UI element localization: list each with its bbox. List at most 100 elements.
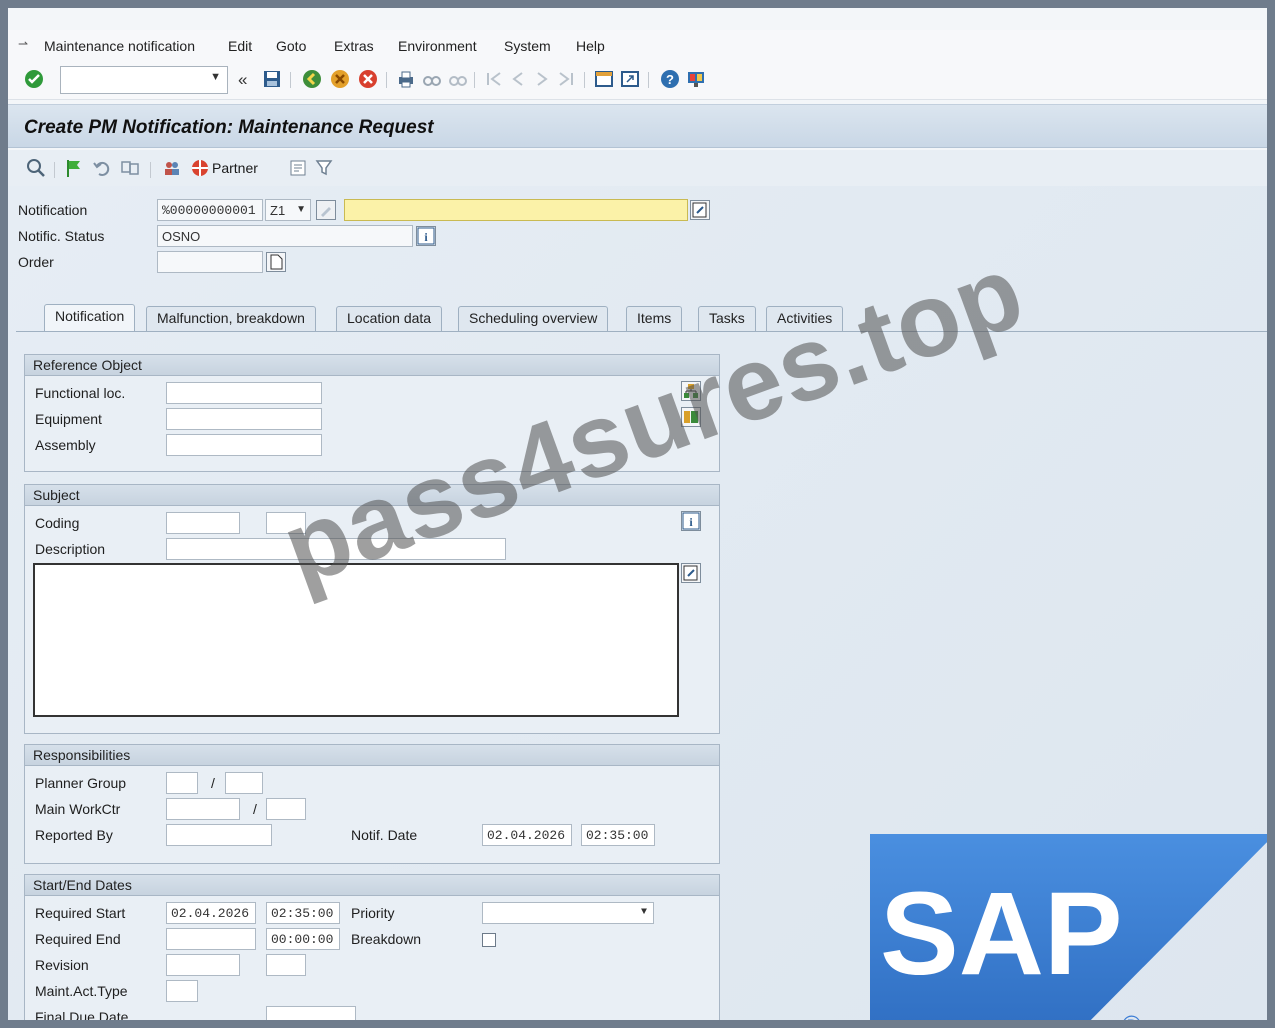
- enter-icon[interactable]: [24, 69, 44, 89]
- required-end-label: Required End: [35, 931, 121, 947]
- find-next-icon[interactable]: [448, 69, 468, 89]
- save-icon[interactable]: [262, 69, 282, 89]
- sap-logo-text: SAP: [880, 868, 1123, 1000]
- breakdown-label: Breakdown: [351, 931, 422, 947]
- planning-plant-field[interactable]: [225, 772, 263, 794]
- long-text-icon[interactable]: [681, 563, 701, 583]
- required-end-time-field[interactable]: 00:00:00: [266, 928, 340, 950]
- document-flow-icon[interactable]: [120, 158, 140, 178]
- tab-scheduling-overview[interactable]: Scheduling overview: [458, 306, 609, 332]
- menu-extras[interactable]: Extras: [334, 38, 374, 54]
- cancel-icon[interactable]: [358, 69, 378, 89]
- info-icon[interactable]: i: [681, 511, 701, 531]
- sap-logo: SAP ®: [870, 834, 1267, 1028]
- info-icon[interactable]: i: [416, 226, 436, 246]
- start-end-dates-group: Start/End Dates Required Start 02.04.202…: [24, 874, 720, 1025]
- menu-goto[interactable]: Goto: [276, 38, 306, 54]
- menu-help[interactable]: Help: [576, 38, 605, 54]
- display-change-icon[interactable]: [26, 158, 46, 178]
- required-start-date-field[interactable]: 02.04.2026: [166, 902, 256, 924]
- coding-group-field[interactable]: [166, 512, 240, 534]
- menu-environment[interactable]: Environment: [398, 38, 477, 54]
- sap-window: ⇀ Maintenance notification Edit Goto Ext…: [0, 0, 1275, 1028]
- svg-text:?: ?: [666, 72, 674, 87]
- users-icon[interactable]: [162, 158, 182, 178]
- required-start-time-field[interactable]: 02:35:00: [266, 902, 340, 924]
- notif-date-field[interactable]: 02.04.2026: [482, 824, 572, 846]
- functional-loc-field[interactable]: [166, 382, 322, 404]
- assembly-field[interactable]: [166, 434, 322, 456]
- collapse-icon[interactable]: «: [238, 70, 247, 90]
- notification-description-field[interactable]: [344, 199, 688, 221]
- partner-button[interactable]: Partner: [212, 160, 258, 176]
- workctr-plant-field[interactable]: [266, 798, 306, 820]
- priority-select[interactable]: ▼: [482, 902, 654, 924]
- help-icon[interactable]: ?: [660, 69, 680, 89]
- reported-by-field[interactable]: [166, 824, 272, 846]
- notif-time-field[interactable]: 02:35:00: [581, 824, 655, 846]
- required-end-date-field[interactable]: [166, 928, 256, 950]
- group-title: Start/End Dates: [25, 875, 719, 896]
- undo-icon[interactable]: [92, 158, 112, 178]
- notif-date-label: Notif. Date: [351, 827, 418, 843]
- equipment-field[interactable]: [166, 408, 322, 430]
- tab-malfunction-breakdown[interactable]: Malfunction, breakdown: [146, 306, 316, 332]
- planner-group-label: Planner Group: [35, 775, 127, 791]
- tab-items[interactable]: Items: [626, 306, 683, 332]
- pencil-icon[interactable]: [316, 200, 336, 220]
- group-title: Responsibilities: [25, 745, 719, 766]
- command-field[interactable]: ▼: [60, 66, 228, 94]
- main-workctr-field[interactable]: [166, 798, 240, 820]
- description-label: Description: [35, 541, 106, 557]
- tab-location-data[interactable]: Location data: [336, 306, 443, 332]
- system-menu-icon[interactable]: ⇀: [18, 37, 28, 51]
- notification-label: Notification: [18, 202, 88, 218]
- filter-icon[interactable]: [314, 158, 334, 178]
- final-due-date-field[interactable]: [266, 1006, 356, 1020]
- main-workctr-label: Main WorkCtr: [35, 801, 121, 817]
- tab-notification[interactable]: Notification: [44, 304, 136, 332]
- notification-type-select[interactable]: Z1 ▼: [265, 199, 311, 221]
- notific-status-label: Notific. Status: [18, 228, 105, 244]
- prev-page-icon[interactable]: [508, 69, 528, 89]
- planner-group-field[interactable]: [166, 772, 198, 794]
- responsibilities-group: Responsibilities Planner Group / Main Wo…: [24, 744, 720, 864]
- page-title: Create PM Notification: Maintenance Requ…: [24, 117, 434, 138]
- customize-layout-icon[interactable]: [686, 69, 706, 89]
- main-area: Notification %00000000001 Z1 ▼ Notific. S…: [8, 186, 1267, 1025]
- registered-mark: ®: [1122, 1010, 1141, 1028]
- next-page-icon[interactable]: [532, 69, 552, 89]
- notification-number-field[interactable]: %00000000001: [157, 199, 263, 221]
- chevron-down-icon: ▼: [640, 907, 647, 918]
- chevron-down-icon: ▼: [296, 204, 306, 215]
- shortcut-icon[interactable]: [620, 69, 640, 89]
- maint-act-type-label: Maint.Act.Type: [35, 983, 128, 999]
- exit-icon[interactable]: [330, 69, 350, 89]
- revision-field[interactable]: [166, 954, 240, 976]
- chevron-down-icon[interactable]: ▼: [210, 71, 221, 83]
- assembly-label: Assembly: [35, 437, 96, 453]
- flag-icon[interactable]: [64, 158, 84, 178]
- first-page-icon[interactable]: [484, 69, 504, 89]
- breakdown-checkbox[interactable]: [482, 933, 496, 947]
- revision-extra-field[interactable]: [266, 954, 306, 976]
- application-toolbar: Partner: [8, 150, 1267, 186]
- find-icon[interactable]: [422, 69, 442, 89]
- last-page-icon[interactable]: [556, 69, 576, 89]
- required-start-label: Required Start: [35, 905, 126, 921]
- new-session-icon[interactable]: [594, 69, 614, 89]
- long-text-icon[interactable]: [690, 200, 710, 220]
- print-icon[interactable]: [396, 69, 416, 89]
- maint-act-type-field[interactable]: [166, 980, 198, 1002]
- back-nav-icon[interactable]: [302, 69, 322, 89]
- title-bar: Create PM Notification: Maintenance Requ…: [8, 104, 1267, 148]
- slash-separator: /: [253, 801, 257, 817]
- final-due-date-label: Final Due Date: [35, 1009, 129, 1025]
- text-list-icon[interactable]: [288, 158, 308, 178]
- menu-system[interactable]: System: [504, 38, 551, 54]
- menu-maintenance-notification[interactable]: Maintenance notification: [44, 38, 195, 54]
- order-field[interactable]: [157, 251, 263, 273]
- create-order-icon[interactable]: [266, 252, 286, 272]
- partner-icon[interactable]: [190, 158, 210, 178]
- menu-edit[interactable]: Edit: [228, 38, 252, 54]
